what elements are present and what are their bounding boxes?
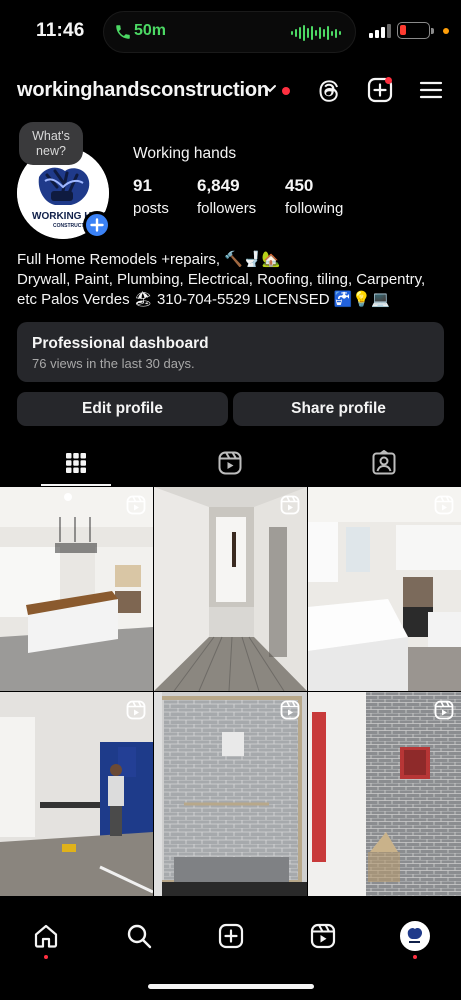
call-duration: 50m — [134, 22, 167, 39]
post-tile[interactable] — [0, 487, 153, 691]
post-tile[interactable] — [154, 487, 307, 691]
menu-icon[interactable] — [417, 76, 445, 104]
dashboard-subtitle: 76 views in the last 30 days. — [32, 356, 195, 371]
chevron-down-icon[interactable] — [263, 84, 277, 94]
reel-badge-icon — [280, 495, 300, 515]
professional-dashboard-card[interactable]: Professional dashboard 76 views in the l… — [17, 322, 444, 382]
reel-badge-icon — [126, 495, 146, 515]
stat-followers[interactable]: 6,849 followers — [197, 176, 256, 217]
edit-profile-button[interactable]: Edit profile — [17, 392, 228, 426]
post-tile[interactable] — [308, 692, 461, 896]
stat-posts[interactable]: 91 posts — [133, 176, 169, 217]
audio-wave-icon — [291, 25, 341, 41]
profile-display-name: Working hands — [133, 145, 237, 162]
whats-new-note[interactable]: What's new? — [19, 122, 83, 165]
home-indicator[interactable] — [148, 984, 314, 989]
profile-avatar[interactable] — [400, 921, 430, 951]
stat-label: posts — [133, 200, 169, 217]
post-image — [0, 692, 153, 896]
reels-icon[interactable] — [217, 450, 243, 476]
profile-notification-dot — [413, 955, 417, 959]
share-profile-button[interactable]: Share profile — [233, 392, 444, 426]
cellular-signal-icon — [369, 24, 391, 38]
tagged-icon[interactable] — [371, 450, 397, 476]
home-icon[interactable] — [32, 922, 60, 950]
dynamic-island-call[interactable]: 50m — [103, 11, 356, 53]
avatar-logo-icon — [401, 922, 428, 949]
dashboard-title: Professional dashboard — [32, 335, 209, 352]
reel-badge-icon — [126, 700, 146, 720]
post-tile[interactable] — [308, 487, 461, 691]
post-image — [154, 487, 307, 691]
post-tile[interactable] — [0, 692, 153, 896]
profile-bio: Full Home Remodels +repairs, 🔨🚽🏡 Drywall… — [17, 250, 447, 310]
grid-icon[interactable] — [63, 450, 89, 476]
home-notification-dot — [44, 955, 48, 959]
reels-icon[interactable] — [309, 922, 337, 950]
profile-tabs — [0, 440, 461, 486]
plus-icon — [90, 218, 104, 232]
privacy-indicator-dot — [443, 28, 449, 34]
status-bar: 11:46 50m — [0, 0, 461, 62]
stat-label: following — [285, 200, 344, 217]
bio-line[interactable]: etc Palos Verdes 🏖 310-704-5529 LICENSED… — [17, 290, 447, 310]
post-image — [0, 487, 153, 691]
stat-label: followers — [197, 200, 257, 217]
phone-icon — [116, 25, 130, 39]
profile-header: workinghandsconstruction — [0, 70, 461, 110]
posts-grid — [0, 487, 461, 897]
reel-badge-icon — [434, 700, 454, 720]
account-switcher-username[interactable]: workinghandsconstruction — [17, 79, 269, 102]
battery-icon — [397, 22, 434, 39]
add-story-button[interactable] — [83, 211, 111, 239]
post-image — [308, 692, 461, 896]
stat-value: 450 — [285, 176, 314, 195]
post-image — [308, 487, 461, 691]
status-time: 11:46 — [36, 20, 85, 41]
reel-badge-icon — [280, 700, 300, 720]
bio-line: Full Home Remodels +repairs, 🔨🚽🏡 — [17, 251, 281, 268]
reel-badge-icon — [434, 495, 454, 515]
create-icon[interactable] — [217, 922, 245, 950]
search-icon[interactable] — [125, 922, 153, 950]
stat-value: 91 — [133, 176, 152, 195]
post-tile[interactable] — [154, 692, 307, 896]
stat-following[interactable]: 450 following — [285, 176, 343, 217]
threads-icon[interactable] — [315, 76, 343, 104]
post-image — [154, 692, 307, 896]
bio-line: Drywall, Paint, Plumbing, Electrical, Ro… — [17, 271, 426, 288]
stat-value: 6,849 — [197, 176, 240, 195]
active-tab-indicator — [41, 484, 111, 486]
create-notification-dot — [385, 77, 392, 84]
notification-dot — [282, 87, 290, 95]
bottom-nav — [0, 897, 461, 1000]
